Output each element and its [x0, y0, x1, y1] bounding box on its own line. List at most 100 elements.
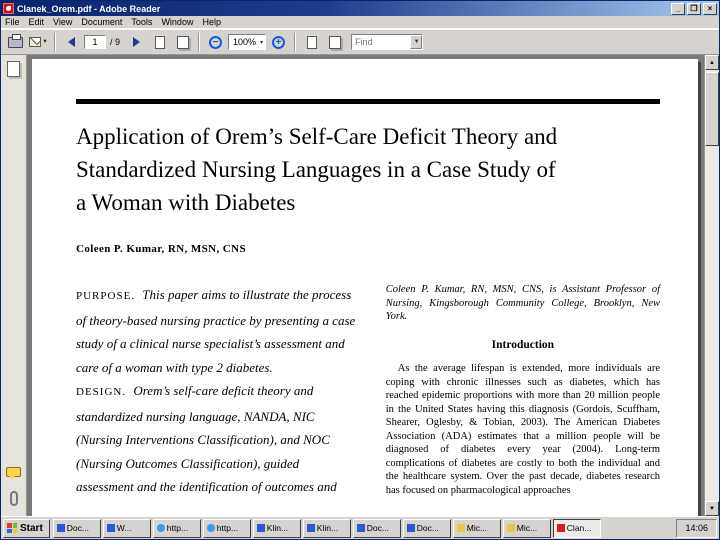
print-button[interactable]	[5, 33, 26, 52]
taskbar-button[interactable]: http...	[202, 518, 251, 538]
printer-icon	[8, 33, 23, 48]
menu-view[interactable]: View	[53, 17, 72, 27]
scrollbar-thumb[interactable]	[705, 72, 719, 146]
article-columns: PURPOSE. This paper aims to illustrate t…	[76, 283, 660, 499]
body-column: Coleen P. Kumar, RN, MSN, CNS, is Assist…	[386, 283, 660, 499]
taskbar-button-label: Doc...	[66, 523, 89, 533]
minimize-button[interactable]: _	[671, 2, 685, 15]
article-title-line-2: Standardized Nursing Languages in a Case…	[76, 157, 556, 182]
word-document-icon	[106, 524, 115, 532]
zoom-out-button[interactable]: −	[205, 33, 226, 52]
toolbar-separator	[294, 33, 297, 51]
taskbar-button[interactable]: Doc...	[52, 518, 101, 538]
taskbar-button[interactable]: Klin...	[252, 518, 301, 538]
pdf-document-icon	[556, 524, 565, 532]
fit-width-icon	[306, 35, 317, 49]
fit-width-button[interactable]	[301, 33, 322, 52]
word-document-icon	[56, 524, 65, 532]
find-input[interactable]	[352, 36, 411, 48]
task-button-strip: Doc... W... http... http... Klin... Klin…	[52, 518, 674, 538]
windows-logo-icon	[7, 523, 17, 533]
taskbar-button-label: W...	[116, 523, 132, 533]
close-button[interactable]: ×	[703, 2, 717, 15]
title-bar[interactable]: Clanek_Orem.pdf - Adobe Reader _ ❐ ×	[1, 1, 719, 16]
pdf-page: Application of Orem’s Self-Care Deficit …	[32, 59, 698, 516]
previous-page-icon	[68, 37, 75, 47]
navigation-sidebar	[1, 55, 27, 516]
abstract-column: PURPOSE. This paper aims to illustrate t…	[76, 283, 356, 499]
zoom-level-value: 100%	[233, 37, 257, 47]
menu-window[interactable]: Window	[161, 17, 193, 27]
menu-tools[interactable]: Tools	[131, 17, 152, 27]
design-label: DESIGN.	[76, 386, 127, 398]
comments-panel-icon[interactable]	[6, 467, 21, 480]
menu-help[interactable]: Help	[202, 17, 221, 27]
taskbar-button[interactable]: Doc...	[352, 518, 401, 538]
attachments-panel-icon[interactable]	[9, 491, 18, 506]
taskbar-button-active[interactable]: Clan...	[552, 518, 601, 538]
start-label: Start	[20, 522, 43, 534]
previous-page-button[interactable]	[61, 33, 82, 52]
word-document-icon	[356, 524, 365, 532]
menu-bar: File Edit View Document Tools Window Hel…	[1, 16, 719, 29]
taskbar-button-label: Mic...	[516, 523, 538, 533]
design-text: Orem’s self-care deficit theory and stan…	[76, 383, 337, 494]
find-options-button[interactable]: ▼	[410, 35, 423, 49]
taskbar-button-label: Mic...	[466, 523, 488, 533]
find-box: ▼	[351, 34, 424, 50]
taskbar-button-label: Klin...	[266, 523, 289, 533]
chevron-down-icon: ▼	[413, 39, 420, 45]
start-button[interactable]: Start	[3, 518, 50, 538]
taskbar-button[interactable]: Klin...	[302, 518, 351, 538]
zoom-level-select[interactable]: 100% ▾	[228, 34, 267, 50]
article-title-line-3: a Woman with Diabetes	[76, 190, 296, 215]
pages-panel-icon[interactable]	[7, 61, 20, 77]
next-page-icon	[133, 37, 141, 47]
vertical-scrollbar[interactable]: ▲ ▼	[704, 55, 719, 516]
mail-icon	[506, 524, 515, 532]
word-document-icon	[406, 524, 415, 532]
continuous-view-button[interactable]	[172, 33, 193, 52]
author-affiliation: Coleen P. Kumar, RN, MSN, CNS, is Assist…	[385, 284, 660, 322]
menu-edit[interactable]: Edit	[29, 17, 45, 27]
taskbar-button-label: Klin...	[316, 523, 339, 533]
restore-button[interactable]: ❐	[687, 2, 701, 15]
main-toolbar: ▼ / 9 − 100% ▾ + ▼	[1, 29, 719, 55]
fit-page-button[interactable]	[324, 33, 345, 52]
menu-document[interactable]: Document	[81, 17, 122, 27]
taskbar-button[interactable]: Doc...	[402, 518, 451, 538]
title-rule	[76, 99, 660, 104]
email-button[interactable]: ▼	[28, 33, 49, 52]
scroll-up-button[interactable]: ▲	[705, 55, 719, 70]
single-page-icon	[154, 35, 165, 49]
article-title: Application of Orem’s Self-Care Deficit …	[76, 120, 660, 219]
continuous-pages-icon	[176, 35, 189, 49]
taskbar-button[interactable]: Mic...	[452, 518, 501, 538]
taskbar-button[interactable]: Mic...	[502, 518, 551, 538]
taskbar-button[interactable]: http...	[152, 518, 201, 538]
taskbar-button-label: http...	[216, 523, 239, 533]
scroll-down-button[interactable]: ▼	[705, 501, 719, 516]
zoom-in-button[interactable]: +	[268, 33, 289, 52]
taskbar-clock[interactable]: 14:06	[685, 523, 708, 533]
next-page-button[interactable]	[126, 33, 147, 52]
envelope-icon	[29, 37, 42, 47]
article-title-line-1: Application of Orem’s Self-Care Deficit …	[76, 124, 558, 149]
document-view[interactable]: Application of Orem’s Self-Care Deficit …	[27, 55, 704, 516]
page-count-label: / 9	[110, 37, 121, 47]
page-number-input[interactable]	[84, 35, 106, 49]
article-author: Coleen P. Kumar, RN, MSN, CNS	[76, 243, 246, 255]
taskbar-button-label: Doc...	[366, 523, 389, 533]
taskbar-button[interactable]: W...	[102, 518, 151, 538]
adobe-reader-icon	[3, 3, 14, 14]
taskbar: Start Doc... W... http... http... Klin..…	[1, 516, 719, 539]
single-page-view-button[interactable]	[149, 33, 170, 52]
browser-icon	[206, 524, 215, 532]
scrollbar-track[interactable]	[705, 70, 719, 501]
main-area: Application of Orem’s Self-Care Deficit …	[1, 55, 719, 516]
mail-icon	[456, 524, 465, 532]
menu-file[interactable]: File	[5, 17, 20, 27]
toolbar-separator	[54, 33, 56, 51]
taskbar-button-label: http...	[166, 523, 189, 533]
system-tray: 14:06	[676, 518, 717, 538]
